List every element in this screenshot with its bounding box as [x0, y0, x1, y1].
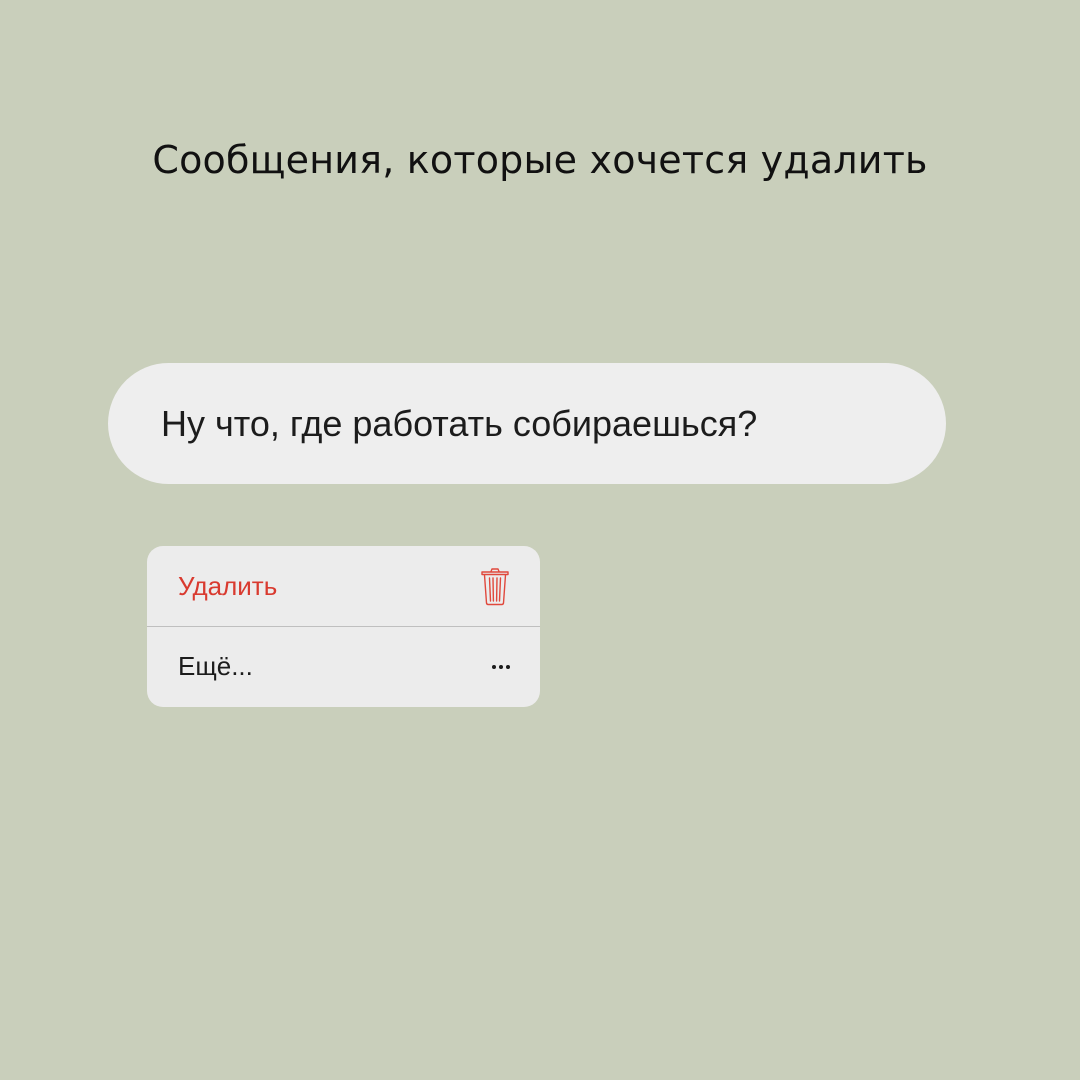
context-menu: Удалить Ещё... [147, 546, 540, 707]
more-dots-icon [492, 664, 510, 669]
more-label: Ещё... [178, 651, 253, 681]
trash-icon [481, 568, 509, 606]
page-title: Сообщения, которые хочется удалить [152, 138, 928, 182]
message-bubble[interactable]: Ну что, где работать собираешься? [108, 363, 946, 484]
delete-label: Удалить [178, 570, 278, 601]
delete-menu-item[interactable]: Удалить [147, 546, 540, 626]
more-menu-item[interactable]: Ещё... [147, 626, 540, 706]
message-text: Ну что, где работать собираешься? [161, 402, 758, 444]
